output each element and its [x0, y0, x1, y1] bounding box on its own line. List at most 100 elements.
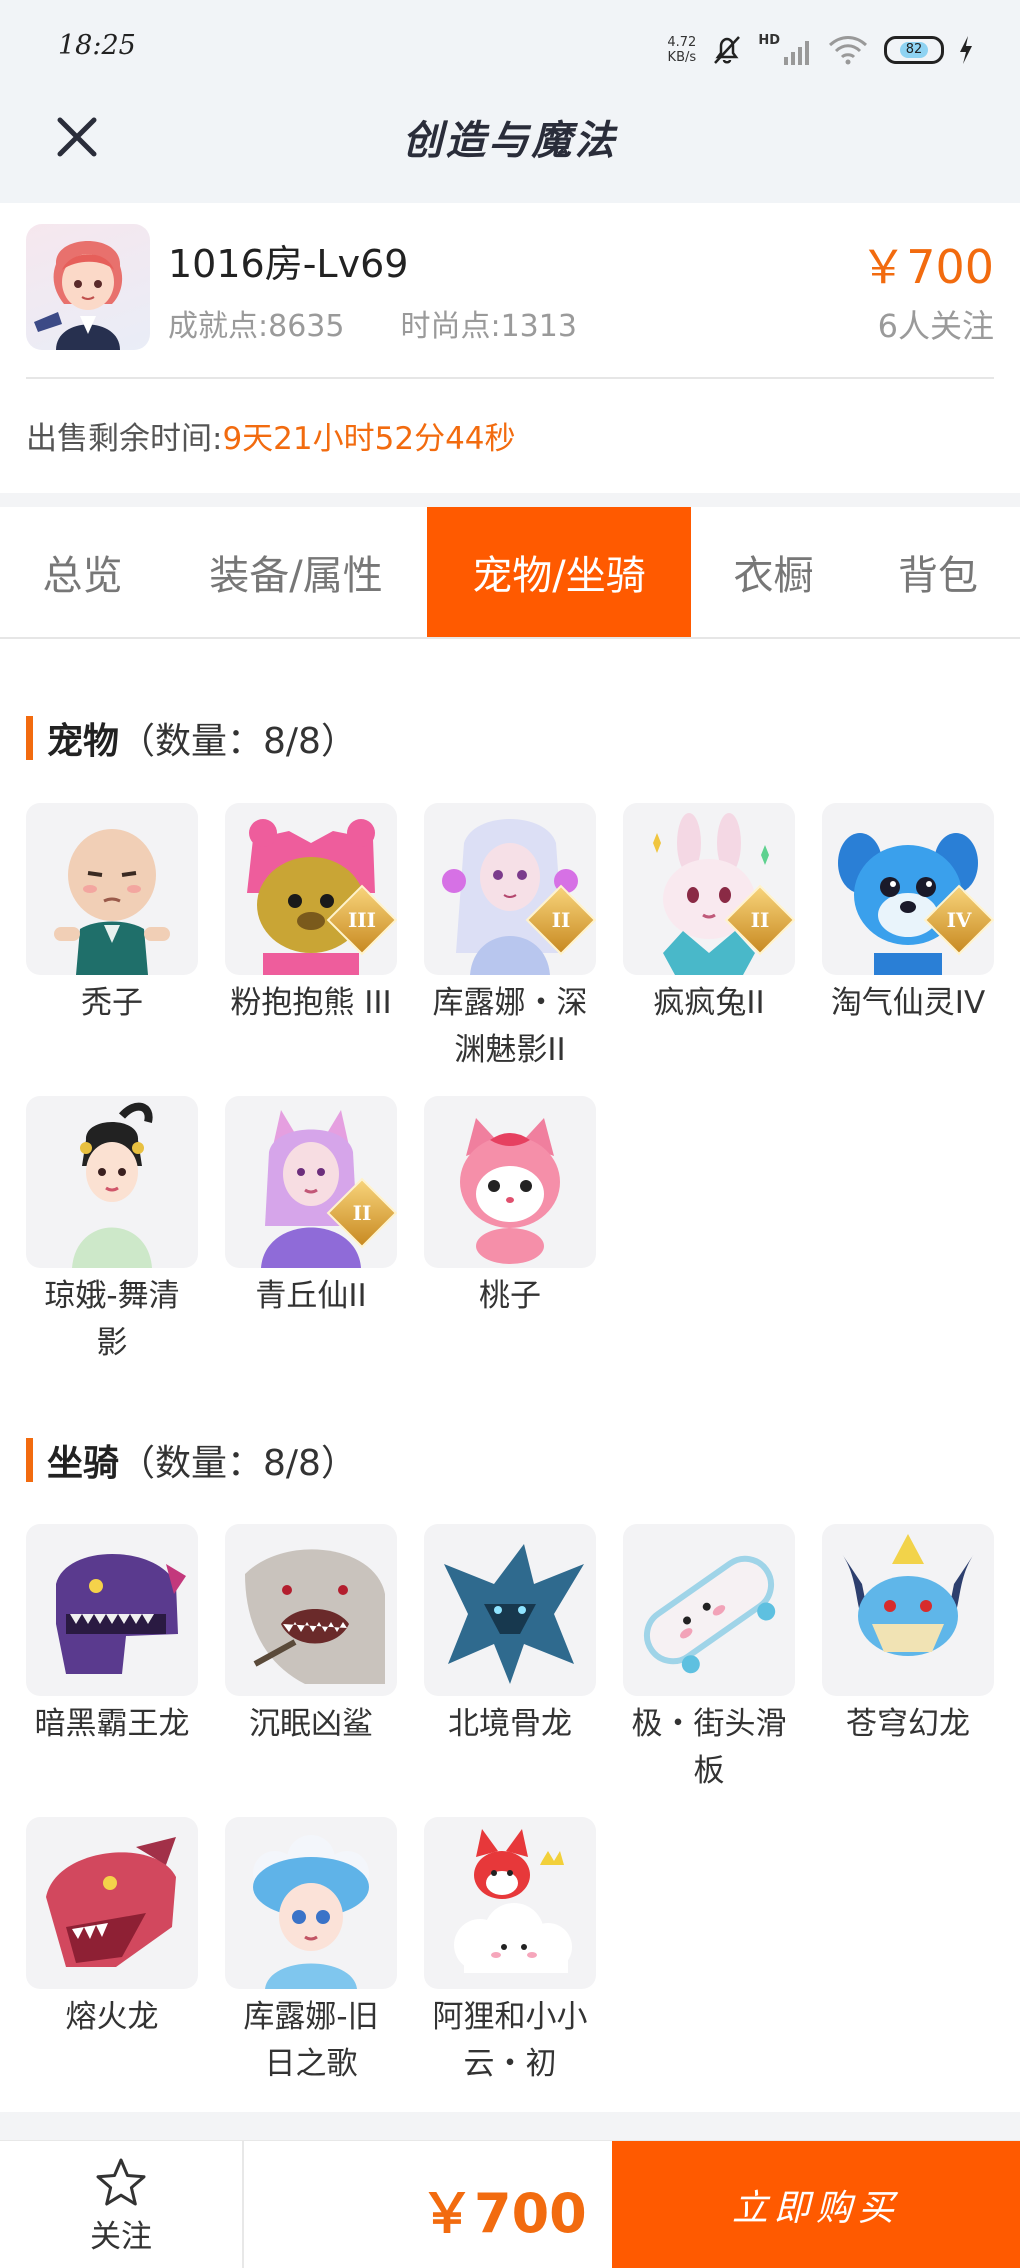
naughty-spirit-pet-icon: [838, 833, 978, 975]
section-accent-bar: [26, 1438, 33, 1482]
follow-button[interactable]: 关注: [0, 2141, 244, 2268]
pet-name-line2: 渊魅影II: [454, 1032, 566, 1068]
pet-thumbnail: II: [424, 803, 596, 975]
mount-thumbnail: [26, 1524, 198, 1696]
pet-name: 桃子: [424, 1273, 596, 1320]
net-speed-value: 4.72: [667, 35, 697, 50]
account-name: 1016房-Lv69: [168, 242, 409, 286]
ali-cloud-mount-icon: [454, 1829, 572, 1973]
pet-name-line1: 粉抱抱熊 III: [230, 985, 392, 1021]
pet-name-line1: 桃子: [479, 1278, 541, 1314]
pets-title: 宠物: [47, 721, 120, 762]
mount-thumbnail: [26, 1817, 198, 1989]
pet-thumbnail: [26, 803, 198, 975]
follower-count: 6人关注: [877, 307, 994, 345]
avatar: [26, 224, 150, 350]
pet-name: 淘气仙灵IV: [822, 980, 994, 1027]
pet-name-line2: 影: [96, 1325, 128, 1361]
pet-item[interactable]: III 粉抱抱熊 III: [225, 803, 397, 1027]
bottom-spacer: [0, 2112, 1020, 2140]
pet-item[interactable]: IV 淘气仙灵IV: [822, 803, 994, 1027]
pet-name-line1: 秃子: [81, 985, 143, 1021]
pet-item[interactable]: 桃子: [424, 1096, 596, 1320]
pet-name: 琼娥-舞清 影: [26, 1273, 198, 1367]
mount-item[interactable]: 苍穹幻龙: [822, 1524, 994, 1748]
pet-name-line1: 库露娜・深: [432, 985, 588, 1021]
pet-item[interactable]: 琼娥-舞清 影: [26, 1096, 198, 1367]
tier-label: II: [352, 1201, 372, 1225]
star-icon: [96, 2158, 146, 2206]
status-icons: 4.72 KB/s HD 82: [667, 28, 974, 72]
account-price: ￥700: [860, 240, 994, 294]
mount-item[interactable]: 熔火龙: [26, 1817, 198, 2041]
remaining-label: 出售剩余时间:: [26, 421, 223, 457]
tab-equipment-attributes[interactable]: 装备/属性: [165, 507, 427, 637]
pet-name: 粉抱抱熊 III: [225, 980, 397, 1027]
mount-name-line2: 板: [693, 1753, 725, 1789]
mount-name: 北境骨龙: [424, 1701, 596, 1748]
mount-name-line2: 日之歌: [264, 2046, 358, 2082]
mount-thumbnail: [225, 1817, 397, 1989]
tier-label: II: [551, 908, 571, 932]
crazy-rabbit-pet-icon: [653, 813, 769, 975]
pet-item[interactable]: 秃子: [26, 803, 198, 1027]
charging-icon: [960, 36, 972, 64]
mount-name: 极・街头滑 板: [623, 1701, 795, 1795]
tier-label: IV: [946, 908, 972, 932]
fox-fairy-pet-icon: [261, 1110, 361, 1268]
mount-item[interactable]: 阿狸和小小 云・初: [424, 1817, 596, 2088]
account-card: 1016房-Lv69 成就点:8635 时尚点:1313 ￥700 6人关注 出…: [0, 203, 1020, 493]
bottom-price: ￥700: [420, 2182, 587, 2245]
pet-thumbnail: [424, 1096, 596, 1268]
pets-section-header: 宠物 （数量：8/8）: [26, 712, 357, 764]
pet-thumbnail: II: [623, 803, 795, 975]
pet-item[interactable]: II 疯疯兔II: [623, 803, 795, 1027]
wifi-icon: [828, 36, 868, 65]
pet-item[interactable]: II 青丘仙II: [225, 1096, 397, 1320]
mounts-title: 坐骑: [47, 1443, 120, 1484]
mount-thumbnail: [424, 1817, 596, 1989]
tier-label: II: [750, 908, 770, 932]
mount-name-line1: 阿狸和小小: [432, 1999, 588, 2035]
pet-name-line1: 疯疯兔II: [653, 985, 765, 1021]
mount-thumbnail: [424, 1524, 596, 1696]
tab-overview[interactable]: 总览: [0, 507, 165, 637]
pet-item[interactable]: II 库露娜・深 渊魅影II: [424, 803, 596, 1074]
peach-cat-pet-icon: [460, 1118, 560, 1264]
mount-name: 熔火龙: [26, 1994, 198, 2041]
tab-wardrobe[interactable]: 衣橱: [691, 507, 856, 637]
sale-remaining-time: 出售剩余时间:9天21小时52分44秒: [26, 413, 516, 458]
pet-name-line1: 琼娥-舞清: [44, 1278, 180, 1314]
mount-item[interactable]: 极・街头滑 板: [623, 1524, 795, 1795]
tab-backpack[interactable]: 背包: [856, 507, 1020, 637]
mount-name-line1: 极・街头滑: [631, 1706, 787, 1742]
signal-icon: [784, 41, 809, 65]
mute-bell-icon: [714, 36, 741, 64]
section-spacer: [0, 493, 1020, 507]
mount-name-line1: 库露娜-旧: [243, 1999, 379, 2035]
battery-icon: 82: [884, 36, 944, 64]
pet-thumbnail: IV: [822, 803, 994, 975]
lava-dragon-mount-icon: [46, 1837, 176, 1967]
mount-name-line1: 北境骨龙: [448, 1706, 572, 1742]
tab-pets-mounts[interactable]: 宠物/坐骑: [427, 507, 691, 637]
buy-now-button[interactable]: 立即购买: [612, 2141, 1020, 2268]
page-title: 创造与魔法: [402, 117, 618, 164]
character-avatar-icon: [34, 241, 123, 350]
bone-dragon-mount-icon: [444, 1544, 584, 1684]
mount-name: 库露娜-旧 日之歌: [225, 1994, 397, 2088]
skateboard-mount-icon: [643, 1555, 776, 1674]
kuluna-song-mount-icon: [253, 1835, 369, 1989]
dark-trex-mount-icon: [56, 1554, 186, 1674]
mount-item[interactable]: 北境骨龙: [424, 1524, 596, 1748]
mount-thumbnail: [225, 1524, 397, 1696]
mounts-count: （数量：8/8）: [119, 1443, 357, 1484]
mount-item[interactable]: 暗黑霸王龙: [26, 1524, 198, 1748]
mount-item[interactable]: 库露娜-旧 日之歌: [225, 1817, 397, 2088]
kuluna-pet-icon: [442, 819, 578, 975]
bottom-action-bar: 关注 ￥700 立即购买: [0, 2140, 1020, 2268]
pet-name-line1: 青丘仙II: [255, 1278, 367, 1314]
achievement-points: 成就点:8635: [168, 309, 345, 344]
mount-name-line1: 沉眠凶鲨: [249, 1706, 373, 1742]
mount-item[interactable]: 沉眠凶鲨: [225, 1524, 397, 1748]
